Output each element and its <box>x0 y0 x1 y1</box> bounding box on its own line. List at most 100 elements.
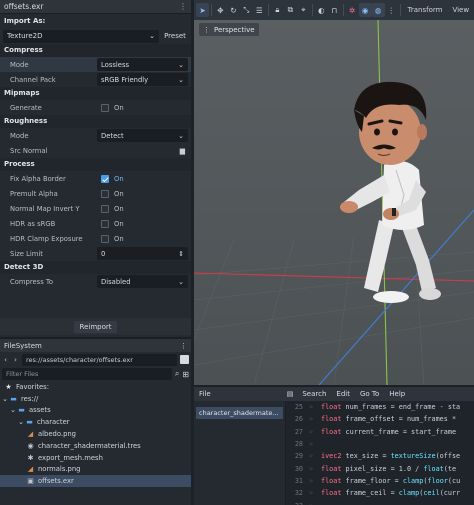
menu-edit[interactable]: Edit <box>331 390 355 398</box>
code-line[interactable]: 29 » ivec2 tex_size = textureSize (offse <box>287 450 474 462</box>
compress-to-dropdown[interactable]: Disabled ⌄ <box>97 275 188 288</box>
tree-item-res[interactable]: ⌄ ▬ res:// <box>0 393 191 405</box>
filter-input[interactable]: Filter Files <box>2 368 172 380</box>
code-line[interactable]: 30» float pixel_size = 1.0 / float (te <box>287 462 474 474</box>
line-number: 31 <box>294 476 303 485</box>
list-select-icon[interactable]: ☰ <box>253 3 266 17</box>
premult-checkbox[interactable]: On <box>97 187 188 200</box>
checkbox-icon <box>101 204 109 213</box>
section-compress[interactable]: Compress <box>0 44 191 57</box>
3d-viewport[interactable]: ⋮ Perspective <box>194 20 474 385</box>
tree-item-shadermaterial[interactable]: ◉ character_shadermaterial.tres <box>0 440 191 452</box>
code-line[interactable]: 31» float frame_floor = clamp(floor (cu <box>287 475 474 487</box>
code-token: (curr <box>439 489 461 498</box>
code-area[interactable]: 25 » float num_frames = end_frame - sta 26 »… <box>287 401 474 505</box>
section-roughness[interactable]: Roughness <box>0 115 191 128</box>
forward-arrow-icon[interactable]: › <box>12 356 19 364</box>
import-as-label: Import As: <box>0 14 191 28</box>
three-dots-icon[interactable]: ⋮ <box>179 2 187 11</box>
more-icon[interactable]: ⋮ <box>385 3 398 17</box>
channel-pack-dropdown[interactable]: sRGB Friendly ⌄ <box>97 73 188 86</box>
spinner-arrows-icon[interactable]: ⇕ <box>178 250 184 258</box>
chevron-down-icon: ⌄ <box>10 406 16 415</box>
rotate-tool-icon[interactable]: ↻ <box>227 3 240 17</box>
perspective-menu[interactable]: ⋮ Perspective <box>199 23 259 36</box>
tab-indicator-icon: » <box>309 403 314 412</box>
code-line[interactable]: 28 » <box>287 438 474 450</box>
line-number: 26 <box>294 415 303 424</box>
tree-item-mesh[interactable]: ✱ export_mesh.mesh <box>0 452 191 464</box>
tree-item-albedo[interactable]: ◢ albedo.png <box>0 428 191 440</box>
globe-icon[interactable]: ◍ <box>371 3 385 17</box>
code-token: (te <box>443 464 457 473</box>
src-normal-row: Src Normal ▆ <box>0 143 191 158</box>
generate-label: Generate <box>10 103 42 112</box>
hdr-srgb-checkbox[interactable]: On <box>97 217 188 230</box>
tree-item-label: res:// <box>21 394 39 403</box>
scale-tool-icon[interactable]: ⤡ <box>240 3 253 17</box>
tree-item-assets[interactable]: ⌄ ▬ assets <box>0 405 191 417</box>
fix-alpha-row: Fix Alpha Border On <box>0 171 191 186</box>
tree-item-character[interactable]: ⌄ ▬ character <box>0 416 191 428</box>
file-tree: ★ Favorites: ⌄ ▬ res:// ⌄ ▬ assets ⌄ ▬ characte… <box>0 381 191 488</box>
skeleton-icon[interactable]: ⌖ <box>297 3 310 17</box>
compress-to-label: Compress To <box>10 277 54 286</box>
compress-mode-dropdown[interactable]: Lossless ⌄ <box>97 58 188 71</box>
reimport-button[interactable]: Reimport <box>73 320 118 333</box>
hdr-srgb-label: HDR as sRGB <box>10 219 56 228</box>
sort-icon[interactable]: ⊞ <box>182 370 189 379</box>
view-menu[interactable]: View <box>447 6 474 14</box>
normal-invert-label: Normal Map Invert Y <box>10 204 80 213</box>
import-as-dropdown[interactable]: Texture2D ⌄ <box>3 29 159 43</box>
preview-environment-icon[interactable]: ◉ <box>358 3 372 17</box>
mesh-file-icon: ✱ <box>27 453 34 462</box>
code-line[interactable]: 25 » float num_frames = end_frame - sta <box>287 401 474 413</box>
section-process[interactable]: Process <box>0 158 191 171</box>
menu-goto[interactable]: Go To <box>355 390 384 398</box>
group-icon[interactable]: ⧉ <box>284 3 297 17</box>
roughness-mode-dropdown[interactable]: Detect ⌄ <box>97 129 188 142</box>
preview-sun-icon[interactable]: ✲ <box>346 3 359 17</box>
reimport-bar: Reimport <box>0 318 191 335</box>
compress-to-value: Disabled <box>101 277 131 286</box>
code-token: (offse <box>435 452 461 461</box>
hdr-clamp-checkbox[interactable]: On <box>97 232 188 245</box>
script-editor: File ▤ Search Edit Go To Help character_… <box>194 386 474 505</box>
code-line[interactable]: 32» float frame_ceil = clamp(ceil (curr <box>287 487 474 499</box>
hdr-clamp-label: HDR Clamp Exposure <box>10 234 83 243</box>
favorites-item[interactable]: ★ Favorites: <box>0 381 191 393</box>
fix-alpha-checkbox[interactable]: On <box>97 172 188 185</box>
generate-value: On <box>114 103 124 112</box>
move-tool-icon[interactable]: ✥ <box>214 3 227 17</box>
three-dots-icon[interactable]: ⋮ <box>180 342 187 350</box>
menu-file[interactable]: File <box>194 390 216 398</box>
code-line[interactable]: 26 » float frame_offset = num_frames * <box>287 413 474 425</box>
code-line[interactable]: 33» <box>287 499 474 505</box>
menu-help[interactable]: Help <box>384 390 410 398</box>
split-mode-icon[interactable] <box>180 355 189 364</box>
tree-item-offsets[interactable]: ▣ offsets.exr <box>0 475 191 488</box>
path-input[interactable]: res://assets/character/offsets.exr <box>22 353 177 366</box>
folder-icon[interactable]: ▆ <box>180 147 185 155</box>
normal-invert-checkbox[interactable]: On <box>97 202 188 215</box>
local-space-icon[interactable]: ◐ <box>315 3 328 17</box>
preset-button[interactable]: Preset <box>162 30 188 43</box>
src-normal-field[interactable]: ▆ <box>97 144 188 157</box>
generate-checkbox[interactable]: On <box>97 101 188 114</box>
normal-invert-row: Normal Map Invert Y On <box>0 201 191 216</box>
tree-item-label: character_shadermaterial.tres <box>38 441 141 450</box>
code-line[interactable]: 27 » float current_frame = start_frame <box>287 426 474 438</box>
back-arrow-icon[interactable]: ‹ <box>2 356 9 364</box>
tree-item-normals[interactable]: ◢ normals.png <box>0 464 191 476</box>
size-limit-spinbox[interactable]: 0 ⇕ <box>97 247 188 260</box>
section-detect3d[interactable]: Detect 3D <box>0 261 191 274</box>
path-row: ‹ › res://assets/character/offsets.exr <box>0 352 191 367</box>
snap-icon[interactable]: ⊓ <box>328 3 341 17</box>
lock-icon[interactable]: 🔒︎ <box>271 3 284 17</box>
menu-search[interactable]: Search <box>297 390 331 398</box>
select-tool-icon[interactable]: ➤ <box>196 3 209 17</box>
toggle-panel-icon[interactable]: ▤ <box>287 390 294 398</box>
section-mipmaps[interactable]: Mipmaps <box>0 87 191 100</box>
script-list-item[interactable]: character_shadermate... <box>196 407 283 419</box>
transform-menu[interactable]: Transform <box>403 6 448 14</box>
